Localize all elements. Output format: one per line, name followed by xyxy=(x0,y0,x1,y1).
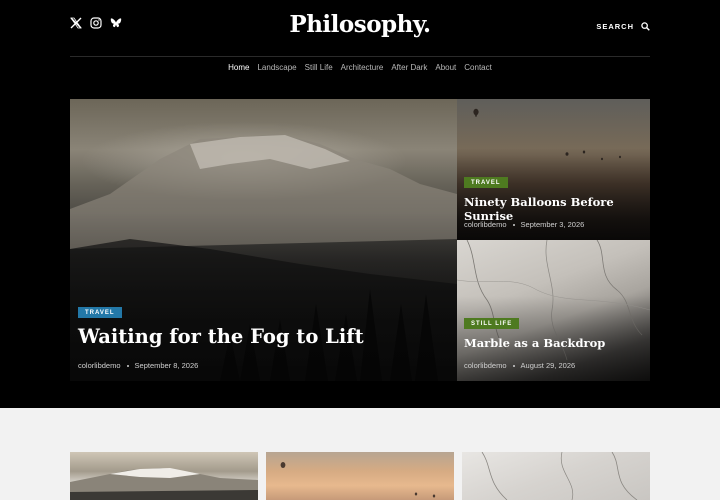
post-card-image[interactable] xyxy=(70,452,258,500)
post-title-marble[interactable]: Marble as a Backdrop xyxy=(464,336,605,350)
meta-separator xyxy=(126,364,129,367)
nav-item-after-dark[interactable]: After Dark xyxy=(391,63,427,72)
header-divider xyxy=(70,56,650,57)
post-meta-main: colorlibdemo September 8, 2026 xyxy=(78,361,198,370)
post-author[interactable]: colorlibdemo xyxy=(78,361,121,370)
category-badge-main[interactable]: TRAVEL xyxy=(78,307,122,318)
balloon-sunrise-thumbnail xyxy=(280,462,436,498)
nav-item-still-life[interactable]: Still Life xyxy=(305,63,333,72)
post-date: September 3, 2026 xyxy=(520,220,585,229)
main-nav: Home Landscape Still Life Architecture A… xyxy=(0,63,720,72)
post-card-image[interactable] xyxy=(462,452,650,500)
nav-item-landscape[interactable]: Landscape xyxy=(257,63,296,72)
nav-item-contact[interactable]: Contact xyxy=(464,63,492,72)
featured-post-marble[interactable]: STILL LIFE Marble as a Backdrop colorlib… xyxy=(457,240,650,381)
post-title-main[interactable]: Waiting for the Fog to Lift xyxy=(78,325,364,348)
image-overlay xyxy=(70,211,457,381)
category-badge-marble[interactable]: STILL LIFE xyxy=(464,318,520,329)
post-author[interactable]: colorlibdemo xyxy=(464,361,507,370)
snowy-mountain-thumbnail xyxy=(70,468,258,500)
nav-item-home[interactable]: Home xyxy=(228,63,249,72)
featured-post-balloons[interactable]: TRAVEL Ninety Balloons Before Sunrise co… xyxy=(457,99,650,240)
featured-post-main[interactable]: TRAVEL Waiting for the Fog to Lift color… xyxy=(70,99,457,381)
post-date: August 29, 2026 xyxy=(520,361,576,370)
meta-separator xyxy=(512,364,515,367)
post-title-balloons[interactable]: Ninety Balloons Before Sunrise xyxy=(464,195,650,223)
nav-item-about[interactable]: About xyxy=(435,63,456,72)
post-card-image[interactable] xyxy=(266,452,454,500)
post-meta-balloons: colorlibdemo September 3, 2026 xyxy=(464,220,584,229)
search-icon xyxy=(641,22,650,31)
post-cards-row xyxy=(70,452,650,500)
marble-thumbnail xyxy=(481,452,638,500)
search-label: SEARCH xyxy=(596,22,634,31)
hero-section: Philosophy. SEARCH Home Landscape Still … xyxy=(0,0,720,408)
category-badge-balloons[interactable]: TRAVEL xyxy=(464,177,508,188)
post-author[interactable]: colorlibdemo xyxy=(464,220,507,229)
search-button[interactable]: SEARCH xyxy=(596,22,650,31)
meta-separator xyxy=(512,223,515,226)
post-date: September 8, 2026 xyxy=(134,361,199,370)
nav-item-architecture[interactable]: Architecture xyxy=(341,63,384,72)
post-meta-marble: colorlibdemo August 29, 2026 xyxy=(464,361,575,370)
